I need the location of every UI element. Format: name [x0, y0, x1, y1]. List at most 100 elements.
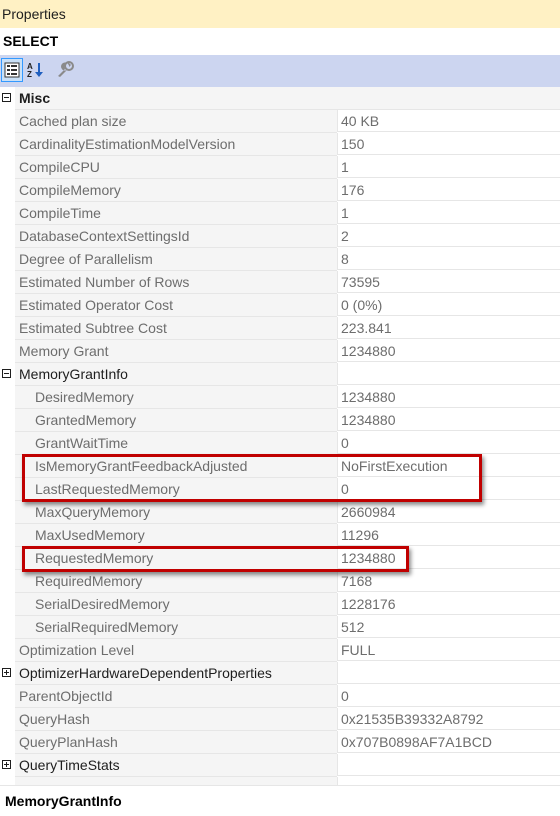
property-name: Estimated Number of Rows — [15, 271, 337, 294]
property-row[interactable]: OptimizerHardwareDependentProperties — [0, 662, 560, 685]
property-row[interactable]: CompileTime 1 — [0, 202, 560, 225]
property-row[interactable]: SerialDesiredMemory 1228176 — [0, 593, 560, 616]
description-panel-title: MemoryGrantInfo — [0, 785, 560, 816]
property-value[interactable]: 1 — [337, 202, 560, 224]
property-value[interactable]: 7168 — [337, 570, 560, 592]
alphabetical-button[interactable]: A Z — [25, 58, 47, 82]
property-row[interactable]: SerialRequiredMemory 512 — [0, 616, 560, 639]
property-name: CompileMemory — [15, 179, 337, 202]
expand-icon[interactable] — [2, 668, 11, 677]
property-value[interactable] — [337, 662, 560, 684]
property-row[interactable]: Estimated Number of Rows 73595 — [0, 271, 560, 294]
property-row[interactable]: MemoryGrantInfo — [0, 363, 560, 386]
property-value[interactable]: 2660984 — [337, 501, 560, 523]
property-row[interactable]: Memory Grant 1234880 — [0, 340, 560, 363]
property-row[interactable]: DatabaseContextSettingsId 2 — [0, 225, 560, 248]
property-name: Estimated Operator Cost — [15, 294, 337, 317]
property-row[interactable]: QueryPlanHash 0x707B0898AF7A1BCD — [0, 731, 560, 754]
property-row[interactable]: GrantedMemory 1234880 — [0, 409, 560, 432]
property-value[interactable]: 512 — [337, 616, 560, 638]
property-name: CompileTime — [15, 202, 337, 225]
row-gutter — [0, 179, 15, 202]
property-name: SerialDesiredMemory — [15, 593, 337, 616]
property-value[interactable]: 11296 — [337, 524, 560, 546]
property-value[interactable]: 8 — [337, 248, 560, 270]
property-row[interactable]: RequiredMemory 7168 — [0, 570, 560, 593]
property-value[interactable]: 1234880 — [337, 409, 560, 431]
property-row[interactable]: MaxQueryMemory 2660984 — [0, 501, 560, 524]
property-value[interactable] — [337, 363, 560, 385]
property-value[interactable]: 0 — [337, 685, 560, 707]
property-name: MaxQueryMemory — [15, 501, 337, 524]
categorized-button[interactable] — [1, 58, 23, 82]
row-gutter — [0, 133, 15, 156]
property-row[interactable]: Estimated Subtree Cost 223.841 — [0, 317, 560, 340]
property-row[interactable]: IsMemoryGrantFeedbackAdjusted NoFirstExec… — [0, 455, 560, 478]
property-name: LastRequestedMemory — [15, 478, 337, 501]
property-row[interactable]: Optimization Level FULL — [0, 639, 560, 662]
row-gutter — [0, 363, 15, 386]
property-row[interactable]: CompileMemory 176 — [0, 179, 560, 202]
expand-icon[interactable] — [2, 760, 11, 769]
property-name: ParentObjectId — [15, 685, 337, 708]
property-value[interactable]: FULL — [337, 639, 560, 661]
property-value[interactable]: 1234880 — [337, 386, 560, 408]
properties-window: Properties SELECT A Z Misc Cached plan s… — [0, 0, 560, 816]
alphabetical-sort-icon: A Z — [27, 62, 43, 79]
category-row[interactable]: Misc — [0, 87, 560, 110]
property-row[interactable]: Degree of Parallelism 8 — [0, 248, 560, 271]
property-value[interactable]: 73595 — [337, 271, 560, 293]
property-name: Optimization Level — [15, 639, 337, 662]
property-name: IsMemoryGrantFeedbackAdjusted — [15, 455, 337, 478]
collapse-icon[interactable] — [2, 369, 11, 378]
row-gutter — [0, 547, 15, 570]
row-gutter — [0, 662, 15, 685]
property-row[interactable]: QueryHash 0x21535B39332A8792 — [0, 708, 560, 731]
property-pages-button[interactable] — [55, 58, 77, 82]
property-value[interactable]: 0 — [337, 478, 560, 500]
property-value[interactable]: 223.841 — [337, 317, 560, 339]
categorized-icon — [4, 62, 20, 78]
property-row[interactable]: QueryTimeStats — [0, 754, 560, 777]
property-row[interactable]: RequestedMemory 1234880 — [0, 547, 560, 570]
property-row[interactable]: Estimated Operator Cost 0 (0%) — [0, 294, 560, 317]
property-name: Misc — [15, 87, 560, 110]
property-value[interactable]: 40 KB — [337, 110, 560, 132]
property-name: CardinalityEstimationModelVersion — [15, 133, 337, 156]
collapse-icon[interactable] — [2, 93, 11, 102]
property-value[interactable] — [337, 754, 560, 776]
property-value[interactable]: 1234880 — [337, 340, 560, 362]
property-value[interactable]: 2 — [337, 225, 560, 247]
property-row[interactable]: ParentObjectId 0 — [0, 685, 560, 708]
row-gutter — [0, 225, 15, 248]
property-name: Degree of Parallelism — [15, 248, 337, 271]
row-gutter — [0, 340, 15, 363]
property-value[interactable]: 0 (0%) — [337, 294, 560, 316]
row-gutter — [0, 455, 15, 478]
property-row[interactable]: CardinalityEstimationModelVersion 150 — [0, 133, 560, 156]
property-value[interactable]: 176 — [337, 179, 560, 201]
property-row[interactable]: GrantWaitTime 0 — [0, 432, 560, 455]
property-value[interactable]: 1234880 — [337, 547, 560, 569]
object-name: SELECT — [3, 33, 59, 49]
property-row[interactable]: MaxUsedMemory 11296 — [0, 524, 560, 547]
property-row[interactable]: CompileCPU 1 — [0, 156, 560, 179]
property-value[interactable]: 0x707B0898AF7A1BCD — [337, 731, 560, 753]
property-value[interactable]: 0x21535B39332A8792 — [337, 708, 560, 730]
property-value[interactable]: 1 — [337, 156, 560, 178]
row-gutter — [0, 156, 15, 179]
property-name: QueryPlanHash — [15, 731, 337, 754]
row-gutter — [0, 616, 15, 639]
property-name: MemoryGrantInfo — [15, 363, 337, 386]
property-name: QueryHash — [15, 708, 337, 731]
property-value[interactable]: 0 — [337, 432, 560, 454]
property-value[interactable]: NoFirstExecution — [337, 455, 560, 477]
properties-toolbar: A Z — [0, 55, 560, 87]
property-name: Memory Grant — [15, 340, 337, 363]
property-row[interactable]: Cached plan size 40 KB — [0, 110, 560, 133]
property-value[interactable]: 150 — [337, 133, 560, 155]
property-name: GrantedMemory — [15, 409, 337, 432]
property-row[interactable]: DesiredMemory 1234880 — [0, 386, 560, 409]
property-row[interactable]: LastRequestedMemory 0 — [0, 478, 560, 501]
property-value[interactable]: 1228176 — [337, 593, 560, 615]
